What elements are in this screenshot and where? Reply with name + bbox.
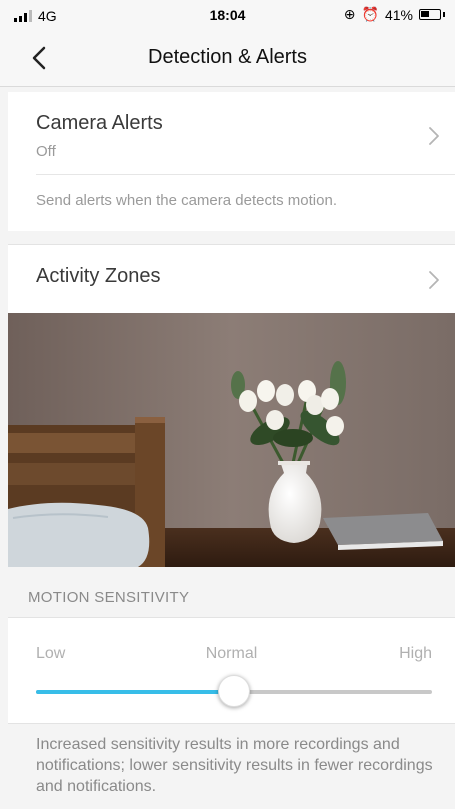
orientation-lock-icon: ⊕ (343, 6, 356, 22)
chevron-right-icon (429, 271, 439, 289)
battery-tip (443, 12, 445, 17)
sensitivity-footer-text: Increased sensitivity results in more re… (36, 736, 433, 795)
battery-icon (419, 9, 441, 20)
nav-bar: Detection & Alerts (0, 30, 455, 87)
status-bar: 4G 18:04 ⊕ ⏰ 41% (0, 0, 455, 30)
camera-alerts-value: Off (36, 143, 56, 160)
alarm-icon: ⏰ (361, 6, 379, 22)
slider-label-high: High (399, 645, 432, 662)
camera-alerts-card: Camera Alerts Off Send alerts when the c… (8, 92, 455, 231)
camera-alerts-row[interactable]: Camera Alerts Off (8, 92, 455, 172)
divider (36, 174, 455, 175)
camera-snapshot-image (8, 313, 455, 567)
activity-zones-title: Activity Zones (36, 265, 161, 287)
page-title: Detection & Alerts (148, 46, 307, 68)
slider-label-normal: Normal (205, 645, 258, 662)
battery-percent: 41% (384, 6, 413, 23)
status-right: ⊕ ⏰ 41% (344, 6, 445, 23)
motion-sensitivity-header: MOTION SENSITIVITY (28, 589, 190, 606)
chevron-right-icon (429, 127, 439, 145)
sensitivity-slider-thumb[interactable] (218, 675, 250, 707)
camera-alerts-title: Camera Alerts (36, 112, 163, 134)
sensitivity-slider-fill (36, 690, 234, 694)
activity-zones-row[interactable]: Activity Zones (8, 244, 455, 314)
camera-alerts-description: Send alerts when the camera detects moti… (36, 192, 337, 209)
motion-sensitivity-card: Low Normal High (8, 617, 455, 724)
